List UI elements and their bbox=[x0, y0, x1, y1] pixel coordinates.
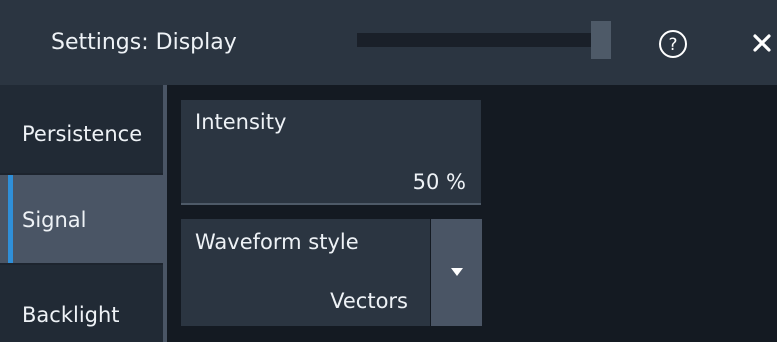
tab-persistence-label: Persistence bbox=[22, 122, 143, 146]
caret-down-icon bbox=[451, 268, 463, 276]
waveform-style-value: Vectors bbox=[330, 289, 408, 313]
tab-backlight[interactable]: Backlight bbox=[0, 265, 163, 342]
selected-tab-indicator bbox=[8, 175, 13, 263]
sidebar-divider bbox=[163, 85, 167, 342]
sidebar: Persistence Signal Backlight bbox=[0, 85, 163, 342]
tab-signal[interactable]: Signal bbox=[0, 175, 163, 263]
intensity-field[interactable]: Intensity 50 % bbox=[181, 100, 481, 205]
transparency-slider[interactable] bbox=[357, 33, 611, 47]
waveform-style-dropdown-button[interactable] bbox=[431, 219, 482, 326]
intensity-underline bbox=[181, 203, 481, 205]
close-icon[interactable] bbox=[750, 31, 774, 55]
tab-persistence[interactable]: Persistence bbox=[0, 85, 163, 173]
waveform-style-label: Waveform style bbox=[195, 230, 359, 254]
intensity-value: 50 % bbox=[412, 170, 466, 194]
svg-text:?: ? bbox=[668, 35, 677, 55]
dialog-title: Settings: Display bbox=[51, 30, 237, 55]
waveform-style-field[interactable]: Waveform style Vectors bbox=[181, 219, 430, 326]
dialog-header: Settings: Display ? bbox=[0, 0, 777, 85]
transparency-slider-handle[interactable] bbox=[591, 21, 611, 59]
tab-signal-label: Signal bbox=[22, 208, 87, 232]
tab-backlight-label: Backlight bbox=[22, 303, 120, 327]
intensity-label: Intensity bbox=[195, 110, 287, 134]
help-circle-icon[interactable]: ? bbox=[657, 28, 689, 60]
